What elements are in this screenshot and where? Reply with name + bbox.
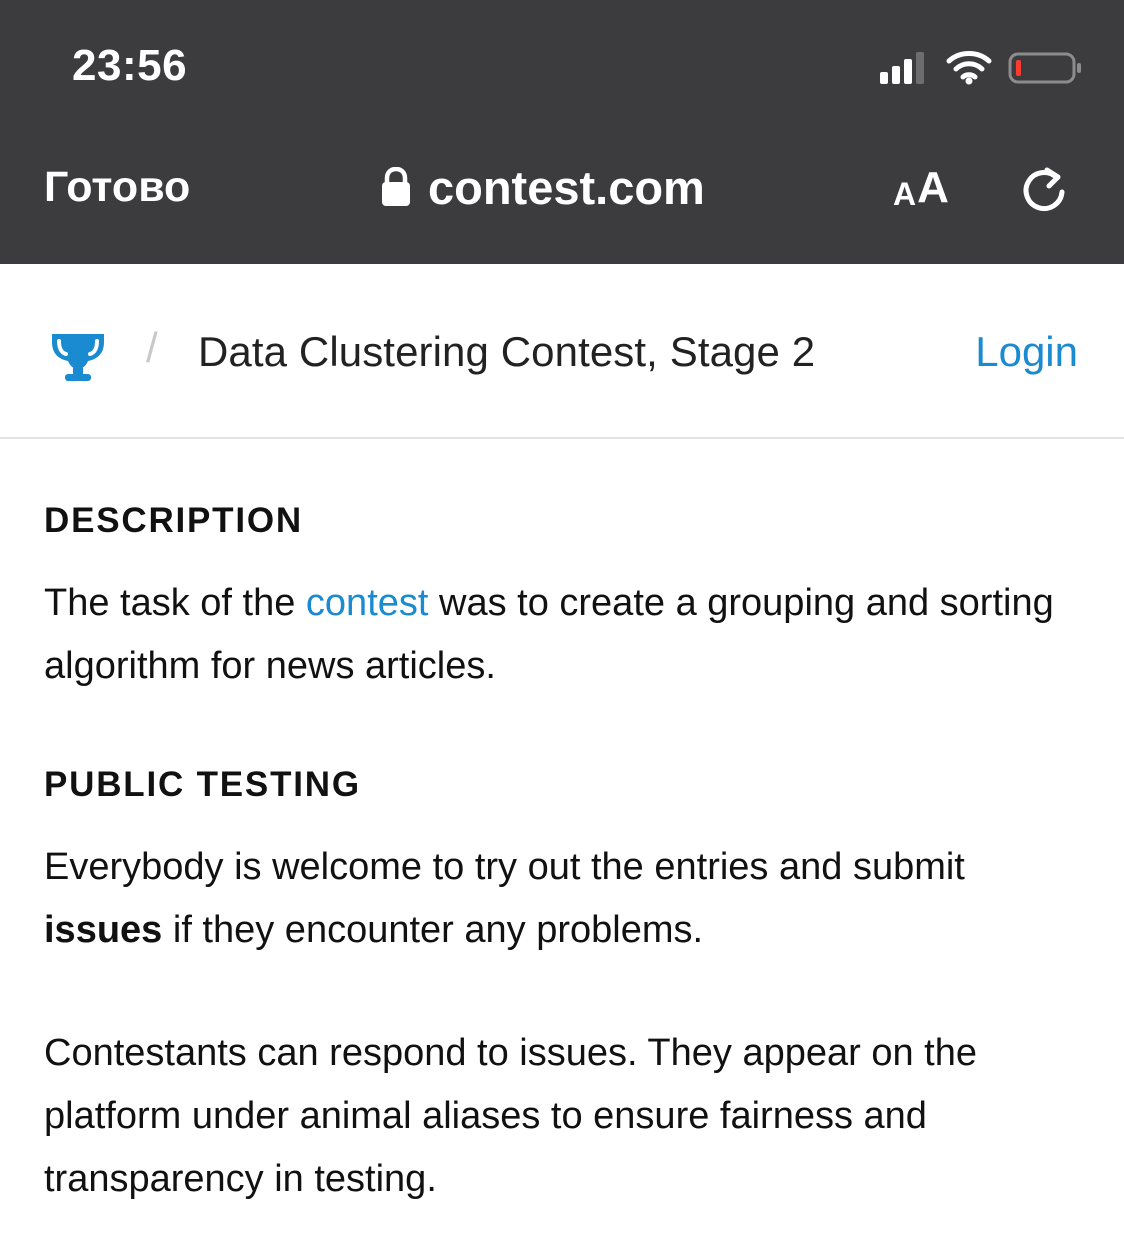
public-testing-paragraph-2: Contestants can respond to issues. They … bbox=[44, 1032, 978, 1200]
address-bar[interactable]: contest.com bbox=[380, 164, 705, 211]
text-size-large-a: A bbox=[917, 163, 949, 212]
signal-icon bbox=[880, 52, 924, 84]
public-testing-p1-part1: Everybody is welcome to try out the entr… bbox=[44, 846, 965, 888]
public-testing-section: PUBLIC TESTING Everybody is welcome to t… bbox=[44, 764, 1084, 1211]
browser-toolbar: Готово contest.com A A bbox=[0, 140, 1124, 240]
public-testing-p1-part2: if they encounter any problems. bbox=[162, 909, 704, 951]
battery-icon bbox=[1008, 52, 1081, 84]
lock-icon bbox=[382, 166, 410, 206]
text-size-button[interactable]: A A bbox=[893, 163, 949, 212]
description-text-before: The task of the bbox=[44, 582, 306, 624]
issues-emphasis: issues bbox=[44, 909, 163, 951]
url-text: contest.com bbox=[428, 161, 705, 214]
status-icons bbox=[878, 48, 1082, 88]
browser-chrome: 23:56 Готово contest.com A A bbox=[0, 0, 1124, 264]
text-size-small-a: A bbox=[893, 176, 917, 212]
done-button[interactable]: Готово bbox=[44, 166, 190, 209]
description-paragraph: The task of the contest was to create a … bbox=[44, 572, 1084, 698]
public-testing-paragraph-1: Everybody is welcome to try out the entr… bbox=[44, 836, 1084, 962]
public-testing-heading: PUBLIC TESTING bbox=[44, 765, 361, 804]
breadcrumb-separator: / bbox=[146, 324, 158, 371]
contest-link[interactable]: contest bbox=[306, 582, 429, 624]
main-content: DESCRIPTION The task of the contest was … bbox=[44, 500, 1084, 1211]
wifi-icon bbox=[946, 51, 992, 85]
status-time: 23:56 bbox=[72, 41, 188, 90]
login-link[interactable]: Login bbox=[975, 328, 1078, 376]
description-section: DESCRIPTION The task of the contest was … bbox=[44, 500, 1084, 698]
description-heading: DESCRIPTION bbox=[44, 501, 303, 540]
page-header: / Data Clustering Contest, Stage 2 Login bbox=[0, 264, 1124, 439]
trophy-icon[interactable] bbox=[44, 328, 112, 382]
reload-icon[interactable] bbox=[1018, 164, 1070, 216]
page-title: Data Clustering Contest, Stage 2 bbox=[198, 328, 816, 375]
